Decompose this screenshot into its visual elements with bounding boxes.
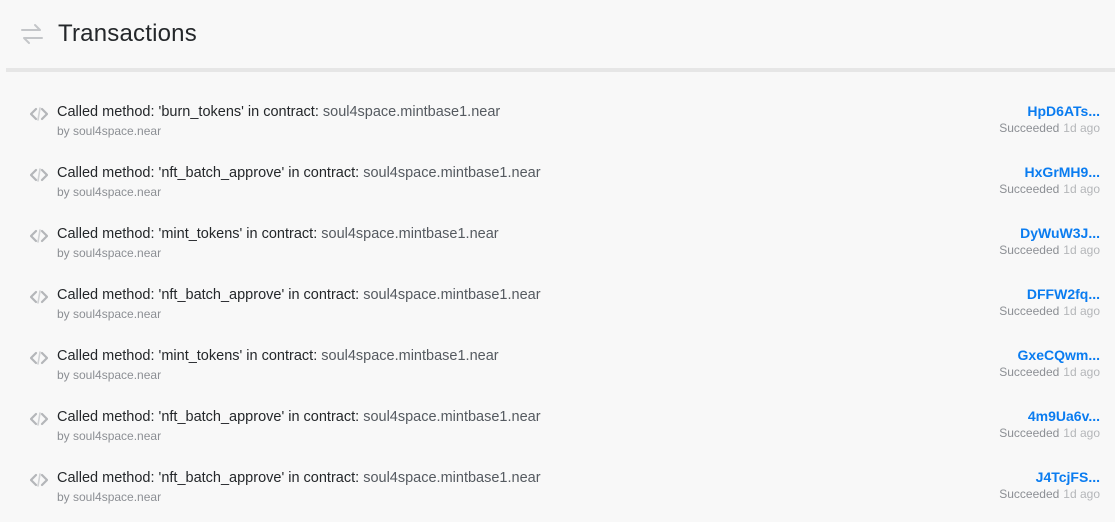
transaction-time: 1d ago (1063, 121, 1100, 135)
transaction-hash-link[interactable]: 4m9Ua6v... (1028, 408, 1100, 424)
transaction-time: 1d ago (1063, 365, 1100, 379)
transaction-method-text: Called method: 'nft_batch_approve' in co… (57, 470, 364, 486)
transaction-hash-link[interactable]: DFFW2fq... (1027, 286, 1100, 302)
transaction-signer[interactable]: by soul4space.near (57, 490, 161, 504)
status-label: Succeeded (999, 121, 1060, 135)
transaction-status: Succeeded 1d ago (999, 243, 1100, 257)
transactions-page: Transactions Called method: 'burn_tokens… (0, 0, 1115, 522)
transaction-status: Succeeded 1d ago (999, 365, 1100, 379)
transaction-action: Called method: 'nft_batch_approve' in co… (57, 165, 541, 181)
contract-name[interactable]: soul4space.mintbase1.near (363, 165, 540, 181)
transaction-signer[interactable]: by soul4space.near (57, 185, 161, 199)
header-divider (6, 68, 1115, 72)
transaction-signer[interactable]: by soul4space.near (57, 368, 161, 382)
page-title: Transactions (58, 20, 197, 47)
transaction-action: Called method: 'burn_tokens' in contract… (57, 104, 500, 120)
status-label: Succeeded (999, 426, 1060, 440)
transaction-signer[interactable]: by soul4space.near (57, 246, 161, 260)
transaction-time: 1d ago (1063, 487, 1100, 501)
status-label: Succeeded (999, 182, 1060, 196)
contract-name[interactable]: soul4space.mintbase1.near (321, 348, 498, 364)
transaction-list: Called method: 'burn_tokens' in contract… (0, 92, 1115, 519)
code-brackets-icon (29, 229, 49, 243)
code-brackets-icon (29, 473, 49, 487)
contract-name[interactable]: soul4space.mintbase1.near (363, 287, 540, 303)
transaction-method-text: Called method: 'mint_tokens' in contract… (57, 226, 322, 242)
code-brackets-icon (29, 168, 49, 182)
transaction-time: 1d ago (1063, 182, 1100, 196)
transaction-hash-link[interactable]: J4TcjFS... (1036, 469, 1100, 485)
transaction-row[interactable]: Called method: 'nft_batch_approve' in co… (0, 153, 1115, 214)
transaction-row[interactable]: Called method: 'mint_tokens' in contract… (0, 214, 1115, 275)
transaction-status: Succeeded 1d ago (999, 304, 1100, 318)
transaction-hash-link[interactable]: HxGrMH9... (1025, 164, 1100, 180)
transaction-row[interactable]: Called method: 'nft_batch_approve' in co… (0, 458, 1115, 519)
transaction-method-text: Called method: 'nft_batch_approve' in co… (57, 409, 364, 425)
status-label: Succeeded (999, 365, 1060, 379)
transaction-action: Called method: 'mint_tokens' in contract… (57, 226, 499, 242)
code-brackets-icon (29, 290, 49, 304)
transaction-time: 1d ago (1063, 304, 1100, 318)
status-label: Succeeded (999, 304, 1060, 318)
transaction-signer[interactable]: by soul4space.near (57, 307, 161, 321)
transaction-action: Called method: 'nft_batch_approve' in co… (57, 409, 541, 425)
transaction-status: Succeeded 1d ago (999, 487, 1100, 501)
transaction-method-text: Called method: 'nft_batch_approve' in co… (57, 287, 364, 303)
contract-name[interactable]: soul4space.mintbase1.near (323, 104, 500, 120)
page-header: Transactions (0, 0, 1115, 68)
transaction-method-text: Called method: 'burn_tokens' in contract… (57, 104, 323, 120)
transaction-time: 1d ago (1063, 243, 1100, 257)
status-label: Succeeded (999, 487, 1060, 501)
transaction-status: Succeeded 1d ago (999, 426, 1100, 440)
transaction-hash-link[interactable]: GxeCQwm... (1018, 347, 1100, 363)
transaction-time: 1d ago (1063, 426, 1100, 440)
transaction-action: Called method: 'nft_batch_approve' in co… (57, 287, 541, 303)
transaction-hash-link[interactable]: HpD6ATs... (1027, 103, 1100, 119)
transaction-signer[interactable]: by soul4space.near (57, 124, 161, 138)
transaction-action: Called method: 'mint_tokens' in contract… (57, 348, 499, 364)
transaction-status: Succeeded 1d ago (999, 182, 1100, 196)
contract-name[interactable]: soul4space.mintbase1.near (363, 409, 540, 425)
contract-name[interactable]: soul4space.mintbase1.near (363, 470, 540, 486)
transaction-row[interactable]: Called method: 'burn_tokens' in contract… (0, 92, 1115, 153)
code-brackets-icon (29, 412, 49, 426)
arrows-exchange-icon (20, 22, 44, 46)
transaction-hash-link[interactable]: DyWuW3J... (1020, 225, 1100, 241)
status-label: Succeeded (999, 243, 1060, 257)
transaction-signer[interactable]: by soul4space.near (57, 429, 161, 443)
transaction-method-text: Called method: 'mint_tokens' in contract… (57, 348, 322, 364)
transaction-status: Succeeded 1d ago (999, 121, 1100, 135)
code-brackets-icon (29, 351, 49, 365)
contract-name[interactable]: soul4space.mintbase1.near (321, 226, 498, 242)
transaction-method-text: Called method: 'nft_batch_approve' in co… (57, 165, 364, 181)
transaction-action: Called method: 'nft_batch_approve' in co… (57, 470, 541, 486)
code-brackets-icon (29, 107, 49, 121)
transaction-row[interactable]: Called method: 'nft_batch_approve' in co… (0, 397, 1115, 458)
transaction-row[interactable]: Called method: 'nft_batch_approve' in co… (0, 275, 1115, 336)
transaction-row[interactable]: Called method: 'mint_tokens' in contract… (0, 336, 1115, 397)
